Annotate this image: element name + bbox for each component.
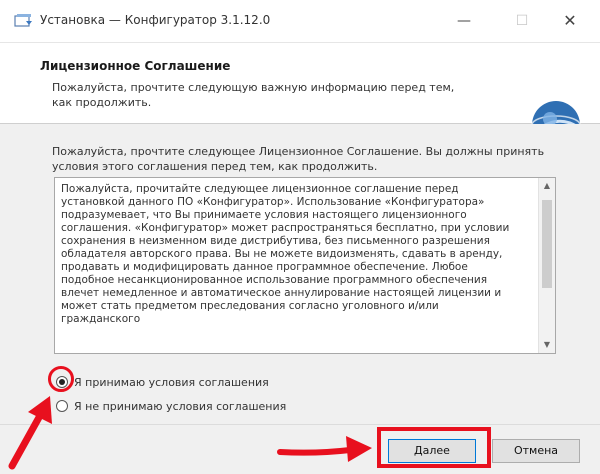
wizard-body: Пожалуйста, прочтите следующее Лицензион… (0, 124, 600, 424)
accept-label[interactable]: Я принимаю условия соглашения (74, 376, 269, 389)
maximize-button[interactable]: ☐ (504, 8, 540, 34)
arrow-to-accept-icon (8, 396, 52, 470)
page-title: Лицензионное Соглашение (40, 59, 231, 73)
cancel-button[interactable]: Отмена (492, 439, 580, 463)
license-textbox[interactable]: Пожалуйста, прочитайте следующее лицензи… (54, 177, 556, 354)
wizard-header: Лицензионное Соглашение Пожалуйста, проч… (0, 43, 600, 149)
scroll-thumb[interactable] (542, 200, 552, 288)
accept-highlight-circle (48, 366, 74, 392)
arrow-to-next-icon (277, 436, 372, 462)
installer-icon (14, 13, 34, 29)
license-agreement-text: Пожалуйста, прочитайте следующее лицензи… (61, 183, 510, 325)
window-title: Установка — Конфигуратор 3.1.12.0 (40, 13, 271, 27)
close-button[interactable]: ✕ (552, 8, 588, 34)
license-scrollbar[interactable]: ▲ ▼ (538, 178, 555, 353)
license-intro-text: Пожалуйста, прочтите следующее Лицензион… (52, 145, 545, 173)
scroll-up-icon[interactable]: ▲ (539, 178, 555, 194)
next-highlight-box (377, 427, 491, 468)
decline-label[interactable]: Я не принимаю условия соглашения (74, 400, 286, 413)
page-subtitle: Пожалуйста, прочтите следующую важную ин… (52, 81, 455, 109)
scroll-down-icon[interactable]: ▼ (539, 337, 555, 353)
title-bar: Установка — Конфигуратор 3.1.12.0 — ☐ ✕ (0, 0, 600, 43)
minimize-button[interactable]: — (446, 8, 482, 34)
